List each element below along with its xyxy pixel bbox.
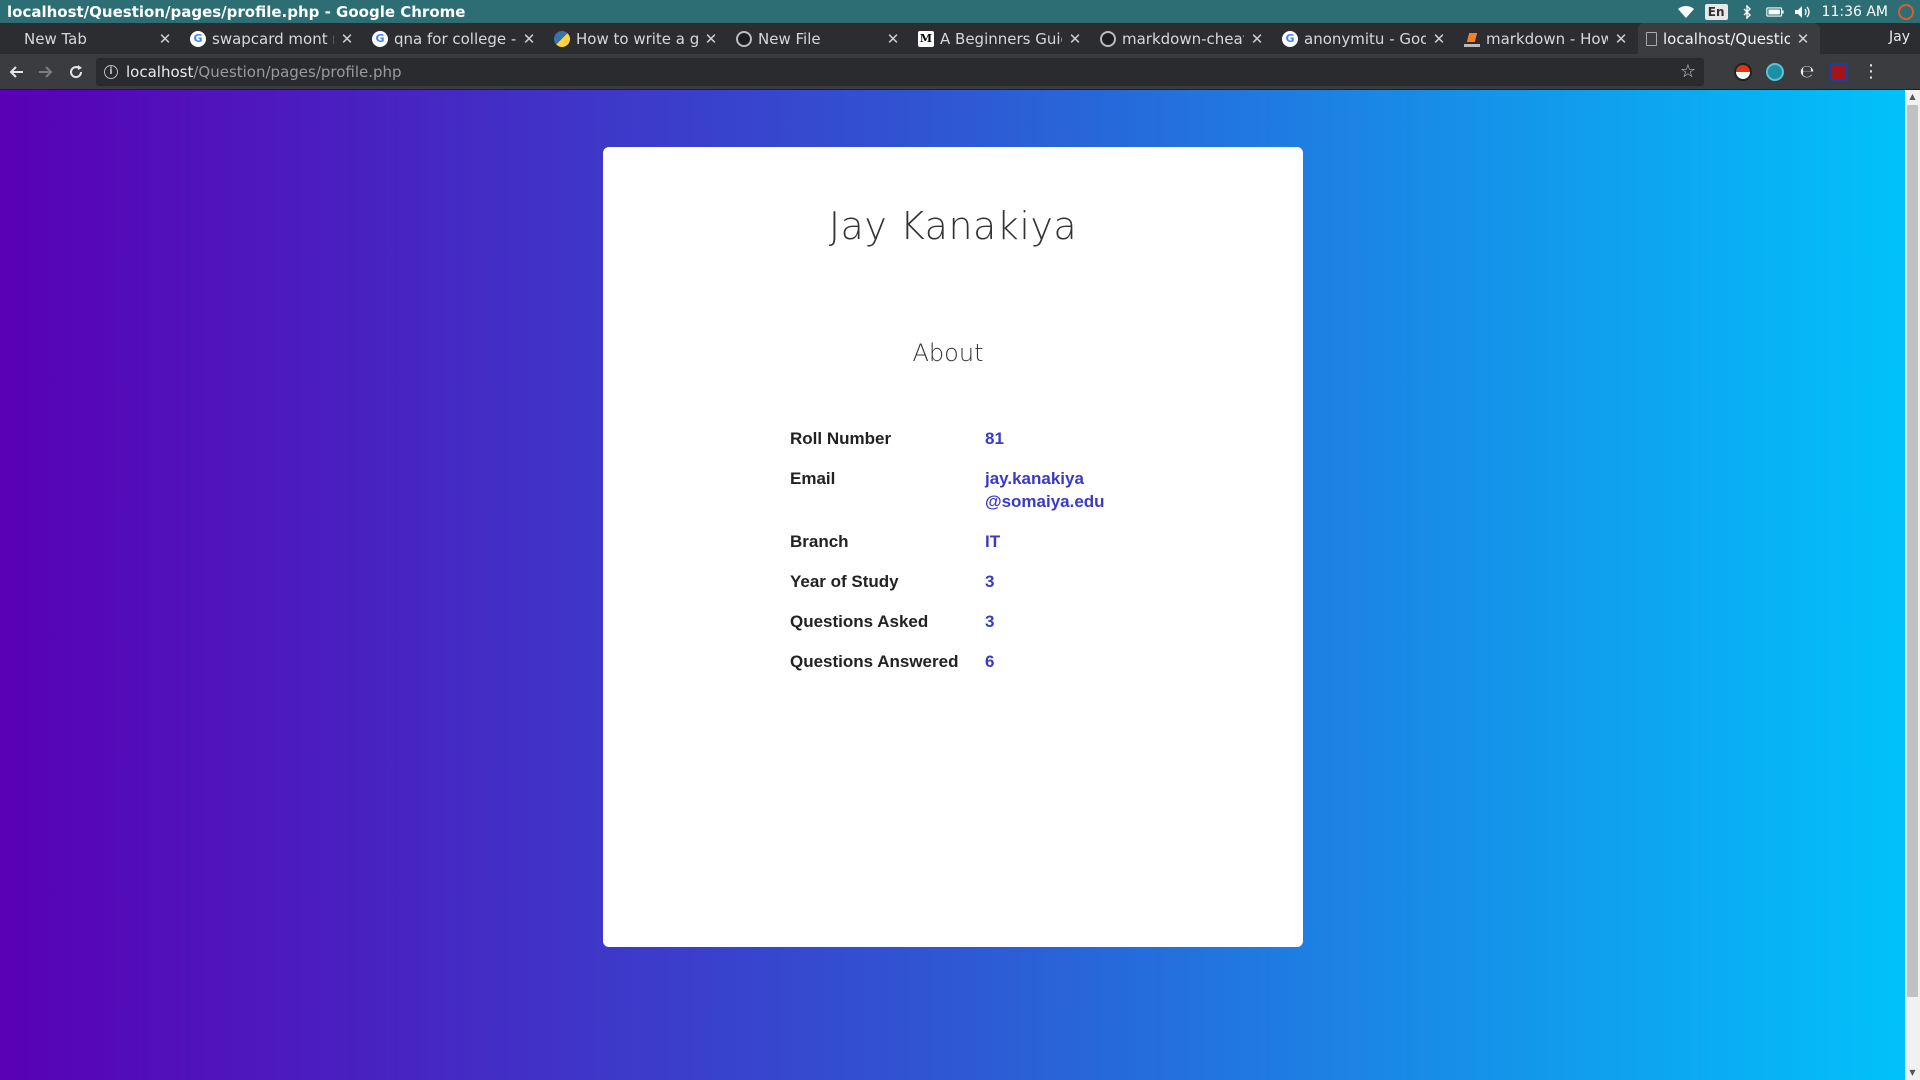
field-label: Branch — [790, 532, 849, 551]
tab-swapcard[interactable]: G swapcard mont re ✕ — [182, 23, 364, 54]
scroll-down-arrow-icon[interactable]: ▼ — [1905, 1066, 1920, 1080]
arrow-left-icon — [9, 65, 23, 78]
page-viewport: Jay Kanakiya About Roll Number 81 Email … — [0, 90, 1920, 1080]
field-label: Year of Study — [790, 572, 899, 591]
github-icon — [736, 30, 752, 47]
email-line-2: @somaiya.edu — [985, 492, 1105, 511]
info-row-questions-asked: Questions Asked 3 — [790, 610, 1105, 633]
field-value: 3 — [985, 572, 995, 591]
close-icon[interactable]: ✕ — [1432, 30, 1446, 48]
power-icon[interactable] — [1898, 3, 1914, 20]
profile-name: Jay Kanakiya — [828, 204, 1078, 248]
field-value: 81 — [985, 429, 1004, 448]
stackoverflow-icon — [1464, 31, 1480, 47]
url-text[interactable]: localhost/Question/pages/profile.php — [126, 63, 1680, 81]
tab-anonymitu[interactable]: G anonymitu - Goog ✕ — [1274, 23, 1456, 54]
field-value: 6 — [985, 652, 995, 671]
browser-menu-icon[interactable]: ⋮ — [1862, 61, 1880, 82]
tab-markdown-how[interactable]: markdown - How ✕ — [1456, 23, 1638, 54]
info-row-branch: Branch IT — [790, 530, 1105, 553]
window-title: localhost/Question/pages/profile.php - G… — [7, 2, 466, 21]
google-icon: G — [190, 30, 206, 47]
scroll-thumb[interactable] — [1907, 105, 1918, 997]
tab-localhost-profile[interactable]: localhost/Questio ✕ — [1638, 23, 1820, 54]
tab-label: qna for college - G — [394, 29, 516, 48]
red-extension-icon[interactable] — [1830, 62, 1848, 81]
medium-icon: M — [918, 30, 934, 47]
scroll-up-arrow-icon[interactable]: ▲ — [1905, 90, 1920, 104]
tab-label: anonymitu - Goog — [1304, 29, 1426, 48]
profile-card: Jay Kanakiya About Roll Number 81 Email … — [603, 147, 1303, 947]
tab-label: A Beginners Guide — [940, 29, 1062, 48]
tab-label: markdown-cheats — [1122, 29, 1244, 48]
field-label: Questions Answered — [790, 652, 959, 671]
tab-beginners-guide[interactable]: M A Beginners Guide ✕ — [910, 23, 1092, 54]
system-tray: En 11:36 AM — [1677, 3, 1920, 20]
google-icon: G — [372, 30, 388, 47]
extensions-bar: ℮ — [1734, 62, 1848, 82]
info-row-year: Year of Study 3 — [790, 570, 1105, 593]
close-icon[interactable]: ✕ — [1614, 30, 1628, 48]
vertical-scrollbar[interactable]: ▲ ▼ — [1905, 90, 1920, 1080]
profile-info-table: Roll Number 81 Email jay.kanakiya @somai… — [790, 427, 1105, 690]
url-host: localhost — [126, 62, 194, 81]
forward-button[interactable] — [32, 58, 60, 86]
reload-icon — [70, 64, 83, 78]
address-bar[interactable]: i localhost/Question/pages/profile.php ☆ — [96, 57, 1704, 86]
github-icon — [1100, 30, 1116, 47]
tab-strip: New Tab ✕ G swapcard mont re ✕ G qna for… — [0, 23, 1920, 54]
url-path: /Question/pages/profile.php — [193, 62, 402, 81]
email-line-1: jay.kanakiya — [985, 469, 1084, 488]
globe-extension-icon[interactable] — [1766, 62, 1784, 81]
tab-label: swapcard mont re — [212, 29, 334, 48]
python-icon — [554, 30, 570, 47]
field-value: IT — [985, 532, 1001, 551]
close-icon[interactable]: ✕ — [886, 30, 900, 48]
bookmark-star-icon[interactable]: ☆ — [1680, 61, 1696, 82]
page-icon — [1646, 31, 1657, 46]
info-row-email: Email jay.kanakiya @somaiya.edu — [790, 467, 1105, 513]
close-icon[interactable]: ✕ — [704, 30, 718, 48]
about-heading: About — [912, 339, 984, 367]
browser-toolbar: i localhost/Question/pages/profile.php ☆… — [0, 54, 1920, 90]
back-button[interactable] — [2, 58, 30, 86]
os-top-bar: localhost/Question/pages/profile.php - G… — [0, 0, 1920, 23]
tab-markdown-cheatsheet[interactable]: markdown-cheats ✕ — [1092, 23, 1274, 54]
language-indicator[interactable]: En — [1704, 3, 1728, 20]
info-row-questions-answered: Questions Answered 6 — [790, 650, 1105, 673]
field-label: Email — [790, 469, 836, 488]
field-value: 3 — [985, 612, 995, 631]
tab-label: markdown - How — [1486, 29, 1608, 48]
close-icon[interactable]: ✕ — [340, 30, 354, 48]
clock[interactable]: 11:36 AM — [1822, 4, 1888, 20]
tab-label: New File — [758, 29, 821, 48]
browser-profile-button[interactable]: Jay — [1889, 29, 1910, 45]
reload-button[interactable] — [62, 58, 90, 86]
close-icon[interactable]: ✕ — [1068, 30, 1082, 48]
e-extension-icon[interactable]: ℮ — [1798, 62, 1816, 82]
volume-icon[interactable] — [1794, 5, 1812, 19]
info-row-roll-number: Roll Number 81 — [790, 427, 1105, 450]
battery-icon[interactable] — [1765, 5, 1784, 19]
tab-label: New Tab — [24, 29, 87, 48]
bluetooth-icon[interactable] — [1738, 4, 1756, 19]
tab-new-tab[interactable]: New Tab ✕ — [0, 23, 182, 54]
close-icon[interactable]: ✕ — [1250, 30, 1264, 48]
arrow-right-icon — [39, 65, 53, 78]
info-icon[interactable]: i — [104, 64, 118, 79]
field-label: Roll Number — [790, 429, 892, 448]
tab-how-to-write[interactable]: How to write a gre ✕ — [546, 23, 728, 54]
tab-qna[interactable]: G qna for college - G ✕ — [364, 23, 546, 54]
tab-label: localhost/Questio — [1663, 29, 1790, 48]
close-icon[interactable]: ✕ — [158, 30, 172, 48]
tab-new-file[interactable]: New File ✕ — [728, 23, 910, 54]
field-value: jay.kanakiya @somaiya.edu — [985, 467, 1105, 513]
pokeball-extension-icon[interactable] — [1734, 62, 1752, 81]
close-icon[interactable]: ✕ — [1796, 30, 1810, 48]
field-label: Questions Asked — [790, 612, 929, 631]
google-icon: G — [1282, 30, 1298, 47]
tab-label: How to write a gre — [576, 29, 698, 48]
wifi-icon[interactable] — [1677, 5, 1695, 19]
close-icon[interactable]: ✕ — [522, 30, 536, 48]
